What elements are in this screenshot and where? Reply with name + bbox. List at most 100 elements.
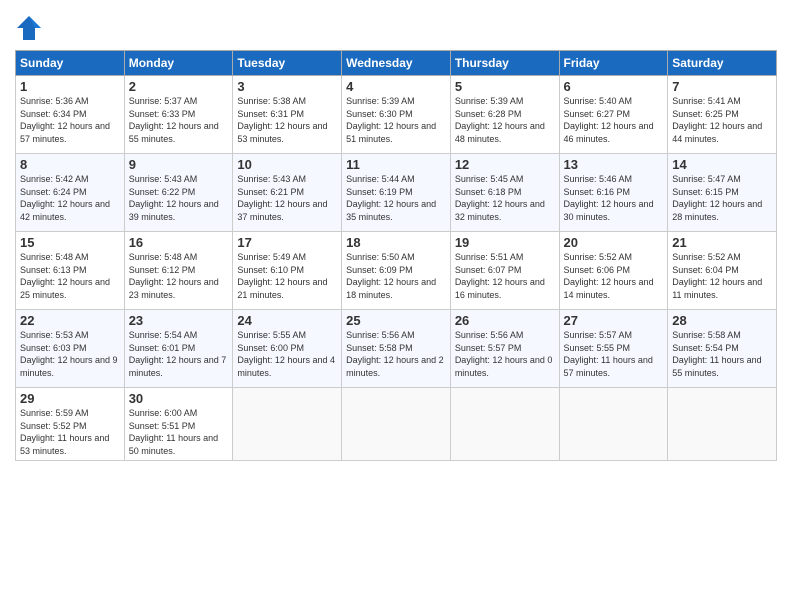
calendar-cell: 23 Sunrise: 5:54 AMSunset: 6:01 PMDaylig… (124, 310, 233, 388)
calendar-cell: 24 Sunrise: 5:55 AMSunset: 6:00 PMDaylig… (233, 310, 342, 388)
calendar-cell: 16 Sunrise: 5:48 AMSunset: 6:12 PMDaylig… (124, 232, 233, 310)
day-number: 15 (20, 235, 120, 250)
day-info: Sunrise: 5:48 AMSunset: 6:12 PMDaylight:… (129, 252, 219, 300)
day-number: 19 (455, 235, 555, 250)
day-info: Sunrise: 5:58 AMSunset: 5:54 PMDaylight:… (672, 330, 761, 378)
calendar-cell: 17 Sunrise: 5:49 AMSunset: 6:10 PMDaylig… (233, 232, 342, 310)
day-info: Sunrise: 5:40 AMSunset: 6:27 PMDaylight:… (564, 96, 654, 144)
calendar-week-1: 8 Sunrise: 5:42 AMSunset: 6:24 PMDayligh… (16, 154, 777, 232)
day-number: 26 (455, 313, 555, 328)
day-info: Sunrise: 5:52 AMSunset: 6:04 PMDaylight:… (672, 252, 762, 300)
day-number: 4 (346, 79, 446, 94)
day-info: Sunrise: 5:52 AMSunset: 6:06 PMDaylight:… (564, 252, 654, 300)
calendar-cell: 11 Sunrise: 5:44 AMSunset: 6:19 PMDaylig… (342, 154, 451, 232)
day-number: 25 (346, 313, 446, 328)
day-info: Sunrise: 5:49 AMSunset: 6:10 PMDaylight:… (237, 252, 327, 300)
calendar-cell: 20 Sunrise: 5:52 AMSunset: 6:06 PMDaylig… (559, 232, 668, 310)
day-number: 13 (564, 157, 664, 172)
calendar-cell: 28 Sunrise: 5:58 AMSunset: 5:54 PMDaylig… (668, 310, 777, 388)
day-info: Sunrise: 5:42 AMSunset: 6:24 PMDaylight:… (20, 174, 110, 222)
calendar-cell: 13 Sunrise: 5:46 AMSunset: 6:16 PMDaylig… (559, 154, 668, 232)
header (15, 10, 777, 42)
calendar-cell (668, 388, 777, 461)
day-info: Sunrise: 5:59 AMSunset: 5:52 PMDaylight:… (20, 408, 109, 456)
calendar-cell: 30 Sunrise: 6:00 AMSunset: 5:51 PMDaylig… (124, 388, 233, 461)
day-number: 1 (20, 79, 120, 94)
day-info: Sunrise: 5:47 AMSunset: 6:15 PMDaylight:… (672, 174, 762, 222)
day-info: Sunrise: 5:38 AMSunset: 6:31 PMDaylight:… (237, 96, 327, 144)
day-number: 21 (672, 235, 772, 250)
calendar-cell: 27 Sunrise: 5:57 AMSunset: 5:55 PMDaylig… (559, 310, 668, 388)
day-info: Sunrise: 5:44 AMSunset: 6:19 PMDaylight:… (346, 174, 436, 222)
calendar-cell: 22 Sunrise: 5:53 AMSunset: 6:03 PMDaylig… (16, 310, 125, 388)
day-info: Sunrise: 5:53 AMSunset: 6:03 PMDaylight:… (20, 330, 118, 378)
calendar-cell: 2 Sunrise: 5:37 AMSunset: 6:33 PMDayligh… (124, 76, 233, 154)
day-number: 3 (237, 79, 337, 94)
calendar-cell: 18 Sunrise: 5:50 AMSunset: 6:09 PMDaylig… (342, 232, 451, 310)
calendar-cell (342, 388, 451, 461)
day-info: Sunrise: 5:43 AMSunset: 6:22 PMDaylight:… (129, 174, 219, 222)
day-info: Sunrise: 5:48 AMSunset: 6:13 PMDaylight:… (20, 252, 110, 300)
day-info: Sunrise: 5:39 AMSunset: 6:28 PMDaylight:… (455, 96, 545, 144)
calendar-cell: 3 Sunrise: 5:38 AMSunset: 6:31 PMDayligh… (233, 76, 342, 154)
calendar-cell: 14 Sunrise: 5:47 AMSunset: 6:15 PMDaylig… (668, 154, 777, 232)
day-number: 24 (237, 313, 337, 328)
day-info: Sunrise: 5:36 AMSunset: 6:34 PMDaylight:… (20, 96, 110, 144)
day-info: Sunrise: 5:54 AMSunset: 6:01 PMDaylight:… (129, 330, 227, 378)
calendar-cell: 6 Sunrise: 5:40 AMSunset: 6:27 PMDayligh… (559, 76, 668, 154)
day-info: Sunrise: 5:43 AMSunset: 6:21 PMDaylight:… (237, 174, 327, 222)
calendar-cell: 7 Sunrise: 5:41 AMSunset: 6:25 PMDayligh… (668, 76, 777, 154)
col-header-monday: Monday (124, 51, 233, 76)
col-header-tuesday: Tuesday (233, 51, 342, 76)
calendar-cell (233, 388, 342, 461)
logo (15, 14, 46, 42)
day-info: Sunrise: 5:56 AMSunset: 5:57 PMDaylight:… (455, 330, 553, 378)
calendar-cell: 5 Sunrise: 5:39 AMSunset: 6:28 PMDayligh… (450, 76, 559, 154)
day-number: 18 (346, 235, 446, 250)
logo-icon (15, 14, 43, 42)
day-number: 12 (455, 157, 555, 172)
calendar-cell: 10 Sunrise: 5:43 AMSunset: 6:21 PMDaylig… (233, 154, 342, 232)
day-number: 16 (129, 235, 229, 250)
day-info: Sunrise: 5:39 AMSunset: 6:30 PMDaylight:… (346, 96, 436, 144)
day-number: 14 (672, 157, 772, 172)
day-number: 22 (20, 313, 120, 328)
day-number: 23 (129, 313, 229, 328)
calendar-week-3: 22 Sunrise: 5:53 AMSunset: 6:03 PMDaylig… (16, 310, 777, 388)
day-info: Sunrise: 5:41 AMSunset: 6:25 PMDaylight:… (672, 96, 762, 144)
day-info: Sunrise: 5:50 AMSunset: 6:09 PMDaylight:… (346, 252, 436, 300)
day-info: Sunrise: 5:45 AMSunset: 6:18 PMDaylight:… (455, 174, 545, 222)
calendar-header-row: SundayMondayTuesdayWednesdayThursdayFrid… (16, 51, 777, 76)
day-info: Sunrise: 6:00 AMSunset: 5:51 PMDaylight:… (129, 408, 218, 456)
day-number: 5 (455, 79, 555, 94)
calendar-week-4: 29 Sunrise: 5:59 AMSunset: 5:52 PMDaylig… (16, 388, 777, 461)
calendar-cell: 26 Sunrise: 5:56 AMSunset: 5:57 PMDaylig… (450, 310, 559, 388)
calendar-week-2: 15 Sunrise: 5:48 AMSunset: 6:13 PMDaylig… (16, 232, 777, 310)
day-number: 8 (20, 157, 120, 172)
col-header-wednesday: Wednesday (342, 51, 451, 76)
calendar-cell: 29 Sunrise: 5:59 AMSunset: 5:52 PMDaylig… (16, 388, 125, 461)
day-number: 11 (346, 157, 446, 172)
col-header-friday: Friday (559, 51, 668, 76)
col-header-thursday: Thursday (450, 51, 559, 76)
calendar-cell: 12 Sunrise: 5:45 AMSunset: 6:18 PMDaylig… (450, 154, 559, 232)
calendar-cell: 9 Sunrise: 5:43 AMSunset: 6:22 PMDayligh… (124, 154, 233, 232)
day-number: 17 (237, 235, 337, 250)
day-info: Sunrise: 5:55 AMSunset: 6:00 PMDaylight:… (237, 330, 335, 378)
calendar-table: SundayMondayTuesdayWednesdayThursdayFrid… (15, 50, 777, 461)
day-info: Sunrise: 5:51 AMSunset: 6:07 PMDaylight:… (455, 252, 545, 300)
calendar-cell: 21 Sunrise: 5:52 AMSunset: 6:04 PMDaylig… (668, 232, 777, 310)
col-header-saturday: Saturday (668, 51, 777, 76)
day-info: Sunrise: 5:56 AMSunset: 5:58 PMDaylight:… (346, 330, 444, 378)
day-info: Sunrise: 5:57 AMSunset: 5:55 PMDaylight:… (564, 330, 653, 378)
day-number: 28 (672, 313, 772, 328)
day-number: 9 (129, 157, 229, 172)
calendar-week-0: 1 Sunrise: 5:36 AMSunset: 6:34 PMDayligh… (16, 76, 777, 154)
calendar-cell (450, 388, 559, 461)
calendar-cell: 25 Sunrise: 5:56 AMSunset: 5:58 PMDaylig… (342, 310, 451, 388)
calendar-cell: 19 Sunrise: 5:51 AMSunset: 6:07 PMDaylig… (450, 232, 559, 310)
calendar-cell (559, 388, 668, 461)
calendar-cell: 1 Sunrise: 5:36 AMSunset: 6:34 PMDayligh… (16, 76, 125, 154)
day-number: 6 (564, 79, 664, 94)
day-number: 29 (20, 391, 120, 406)
